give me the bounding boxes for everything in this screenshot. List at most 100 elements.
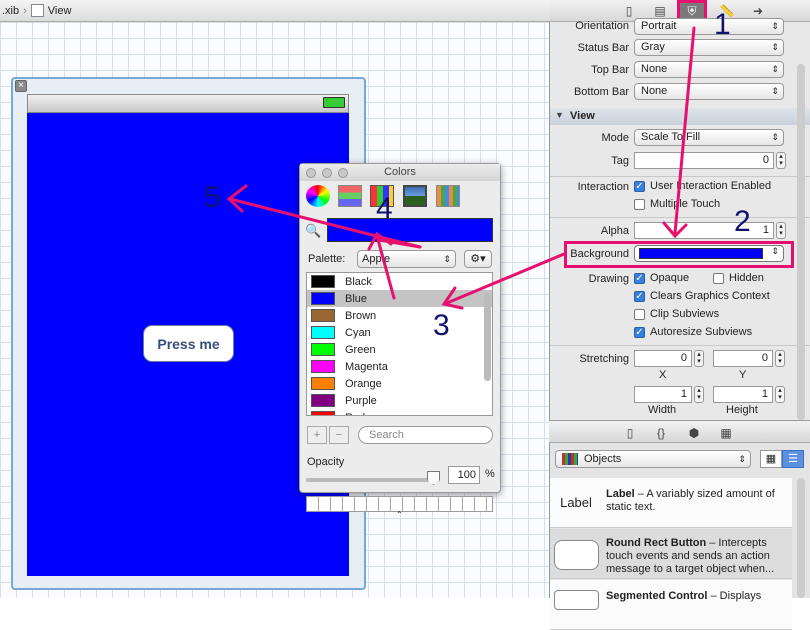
file-template-icon[interactable]: ▯ bbox=[622, 425, 638, 441]
palette-select[interactable]: Apple ⇕ bbox=[357, 250, 456, 268]
code-snippet-icon[interactable]: {} bbox=[653, 425, 669, 441]
color-name: Blue bbox=[345, 292, 368, 305]
library-tabs bbox=[549, 421, 810, 443]
library-item-desc-text: – Displays bbox=[707, 590, 762, 602]
battery-icon bbox=[323, 97, 345, 108]
close-icon[interactable]: × bbox=[15, 80, 27, 92]
palette-label: Palette: bbox=[308, 253, 346, 265]
multiple-touch-checkbox[interactable] bbox=[634, 199, 645, 210]
autoresize-subviews-label: Autoresize Subviews bbox=[650, 326, 753, 338]
tag-stepper[interactable]: ▴ ▾ bbox=[776, 152, 786, 169]
label-thumbnail: Label bbox=[560, 495, 592, 510]
clears-graphics-checkbox[interactable]: ✓ bbox=[634, 291, 645, 302]
color-list-item[interactable]: Purple bbox=[307, 392, 492, 409]
current-color-swatch[interactable] bbox=[327, 218, 493, 242]
library-filter-popup[interactable]: Objects ⇕ bbox=[555, 450, 751, 468]
x-label: X bbox=[659, 369, 667, 381]
library-item-description: Round Rect Button – Intercepts touch eve… bbox=[606, 537, 788, 576]
color-name: Brown bbox=[345, 309, 377, 322]
alpha-field[interactable]: 1 bbox=[634, 222, 774, 239]
crayons-icon[interactable] bbox=[436, 185, 460, 207]
color-list-item[interactable]: Brown bbox=[307, 307, 492, 324]
clip-subviews-checkbox[interactable] bbox=[634, 309, 645, 320]
opaque-label: Opaque bbox=[650, 272, 690, 284]
minimize-window-icon[interactable] bbox=[322, 168, 332, 178]
status-bar-popup[interactable]: Gray ⇕ bbox=[634, 39, 784, 56]
color-list-scrollbar[interactable] bbox=[484, 293, 491, 381]
color-search-input[interactable]: Search bbox=[358, 426, 493, 444]
stretch-x-stepper[interactable]: ▴ ▾ bbox=[694, 350, 704, 367]
color-sliders-icon[interactable] bbox=[338, 185, 362, 207]
connections-icon[interactable]: ➜ bbox=[750, 3, 766, 19]
orientation-label: Orientation bbox=[575, 20, 629, 32]
stretch-width-stepper[interactable]: ▴ ▾ bbox=[694, 386, 704, 403]
chevron-right-icon: › bbox=[23, 4, 27, 17]
grid-view-icon[interactable]: ▦ bbox=[760, 450, 782, 468]
background-color-well[interactable] bbox=[639, 248, 763, 259]
identity-icon[interactable]: ▤ bbox=[652, 3, 668, 19]
alpha-label: Alpha bbox=[600, 225, 629, 237]
opacity-slider[interactable] bbox=[306, 478, 440, 482]
disclosure-triangle-icon[interactable]: ▼ bbox=[555, 110, 564, 120]
view-icon bbox=[30, 4, 44, 17]
color-list-item[interactable]: Green bbox=[307, 341, 492, 358]
press-me-button[interactable]: Press me bbox=[143, 325, 234, 362]
inspector-scrollbar[interactable] bbox=[797, 64, 805, 420]
add-color-button[interactable]: + bbox=[307, 426, 327, 444]
palette-select-value: Apple bbox=[362, 253, 391, 265]
object-library-icon[interactable]: ⬢ bbox=[686, 425, 702, 441]
media-library-icon[interactable]: ▦ bbox=[718, 425, 734, 441]
hidden-checkbox[interactable] bbox=[713, 273, 724, 284]
jumpbar-view[interactable]: View bbox=[48, 5, 72, 17]
annotation-number-4: 4 bbox=[376, 192, 393, 225]
orientation-popup[interactable]: Portrait ⇕ bbox=[634, 18, 784, 35]
gear-icon[interactable]: ⚙▾ bbox=[464, 250, 492, 268]
tag-field[interactable]: 0 bbox=[634, 152, 774, 169]
stretch-width-field[interactable]: 1 bbox=[634, 386, 692, 403]
autoresize-subviews-checkbox[interactable]: ✓ bbox=[634, 327, 645, 338]
bottom-bar-popup[interactable]: None ⇕ bbox=[634, 83, 784, 100]
user-interaction-checkbox[interactable]: ✓ bbox=[634, 181, 645, 192]
updown-arrow-icon: ⇕ bbox=[771, 21, 779, 31]
color-list-item[interactable]: Blue bbox=[307, 290, 492, 307]
library-item-title: Round Rect Button bbox=[606, 537, 707, 549]
stretch-height-field[interactable]: 1 bbox=[713, 386, 773, 403]
remove-color-button[interactable]: − bbox=[329, 426, 349, 444]
jump-bar: .xib › View bbox=[0, 0, 549, 22]
orientation-value: Portrait bbox=[641, 20, 677, 32]
opacity-field[interactable]: 100 bbox=[448, 466, 480, 484]
alpha-stepper[interactable]: ▴ ▾ bbox=[776, 222, 786, 239]
bottom-bar-label: Bottom Bar bbox=[573, 86, 629, 98]
magnifier-icon[interactable]: 🔍 bbox=[305, 224, 323, 238]
library-scrollbar[interactable] bbox=[797, 478, 805, 598]
stretching-label: Stretching bbox=[579, 353, 629, 365]
view-section-header[interactable]: View bbox=[550, 108, 810, 125]
color-list-item[interactable]: Magenta bbox=[307, 358, 492, 375]
divider bbox=[550, 345, 810, 346]
color-name: Black bbox=[345, 275, 372, 288]
opaque-checkbox[interactable]: ✓ bbox=[634, 273, 645, 284]
color-list-item[interactable]: Orange bbox=[307, 375, 492, 392]
chevron-up-icon[interactable]: ⌃ bbox=[396, 510, 403, 519]
stretch-height-stepper[interactable]: ▴ ▾ bbox=[775, 386, 785, 403]
stretch-y-field[interactable]: 0 bbox=[713, 350, 773, 367]
quick-help-icon[interactable] bbox=[621, 3, 637, 19]
mode-popup[interactable]: Scale To Fill ⇕ bbox=[634, 129, 784, 146]
close-window-icon[interactable] bbox=[306, 168, 316, 178]
color-list-item[interactable]: Cyan bbox=[307, 324, 492, 341]
updown-arrow-icon: ⇕ bbox=[738, 454, 746, 464]
library-item-title: Segmented Control bbox=[606, 590, 708, 602]
zoom-window-icon[interactable] bbox=[338, 168, 348, 178]
color-list-item[interactable]: Red bbox=[307, 409, 492, 415]
color-name: Green bbox=[345, 343, 376, 356]
image-palettes-icon[interactable] bbox=[403, 185, 427, 207]
mode-value: Scale To Fill bbox=[641, 131, 701, 143]
list-view-icon[interactable]: ☰ bbox=[782, 450, 804, 468]
stretch-y-stepper[interactable]: ▴ ▾ bbox=[775, 350, 785, 367]
stretch-x-field[interactable]: 0 bbox=[634, 350, 692, 367]
color-list-item[interactable]: Black bbox=[307, 273, 492, 290]
top-bar-label: Top Bar bbox=[591, 64, 629, 76]
color-wheel-icon[interactable] bbox=[306, 185, 330, 207]
jumpbar-file[interactable]: .xib bbox=[2, 5, 19, 17]
top-bar-popup[interactable]: None ⇕ bbox=[634, 61, 784, 78]
